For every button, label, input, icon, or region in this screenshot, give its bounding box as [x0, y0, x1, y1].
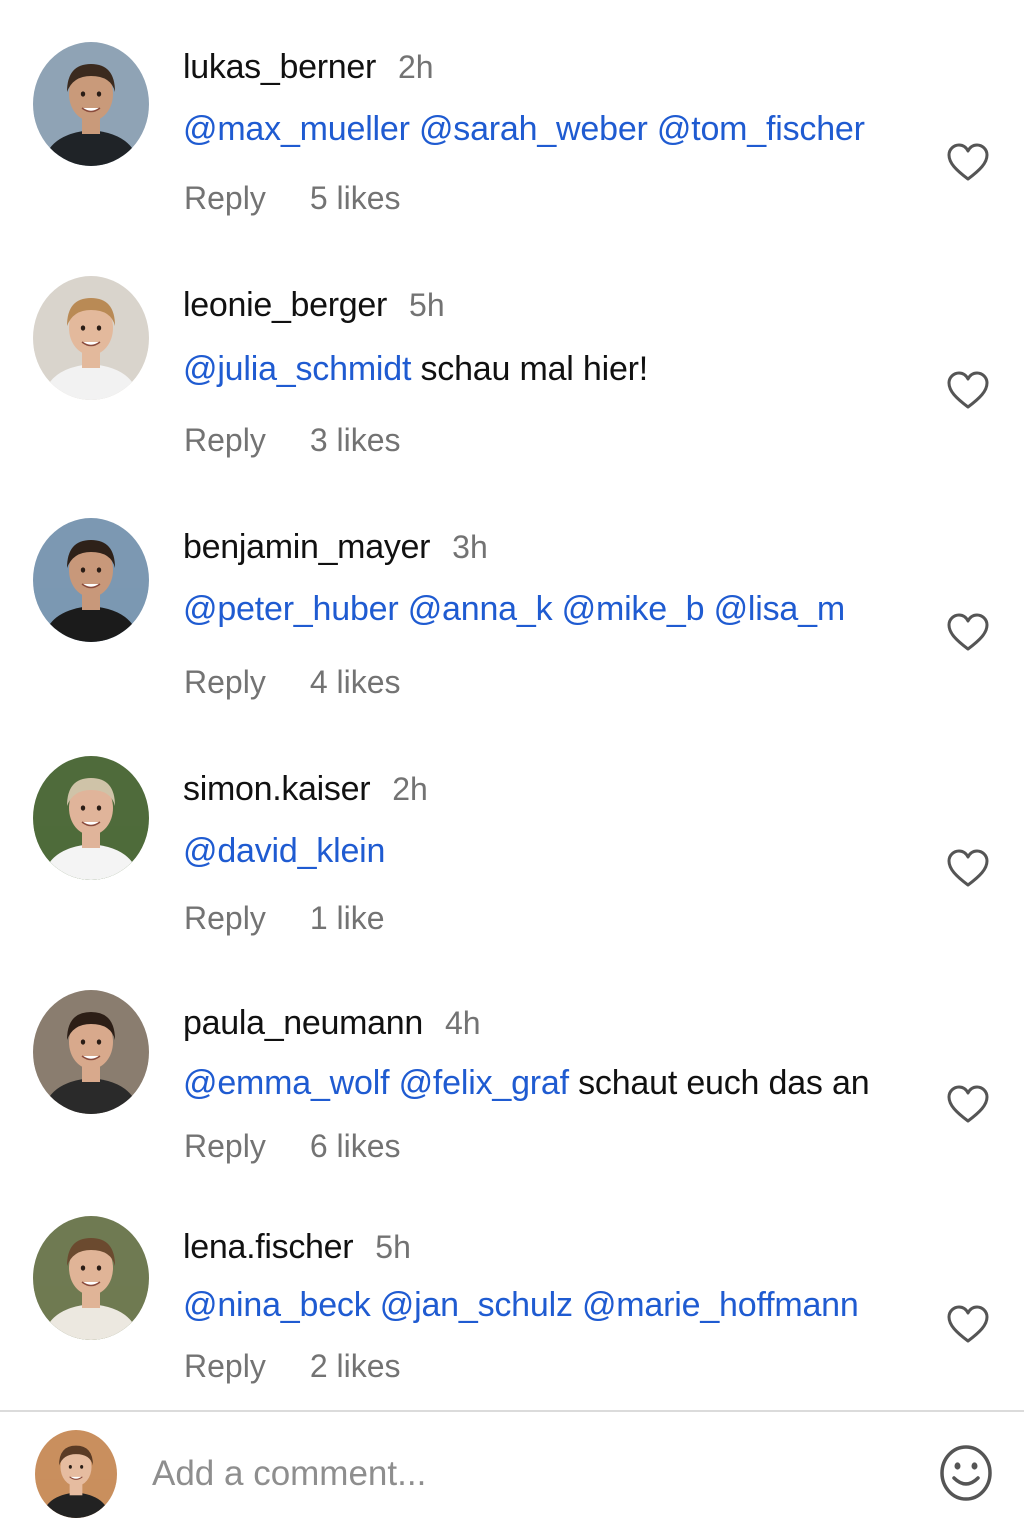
- comment-header: lena.fischer 5h: [183, 1228, 411, 1267]
- reply-button[interactable]: Reply: [184, 1128, 266, 1165]
- comment-item: simon.kaiser 2h @david_klein Reply 1 like: [0, 756, 1024, 956]
- comment-timestamp: 2h: [397, 49, 434, 85]
- mention-link[interactable]: @emma_wolf @felix_graf: [183, 1064, 569, 1102]
- mention-link[interactable]: @julia_schmidt: [183, 350, 411, 388]
- username-link[interactable]: lena.fischer: [183, 1228, 354, 1267]
- username-link[interactable]: leonie_berger: [183, 286, 387, 325]
- comment-timestamp: 2h: [392, 771, 428, 807]
- reply-button[interactable]: Reply: [184, 422, 266, 459]
- comment-header: simon.kaiser 2h: [183, 770, 428, 809]
- current-user-avatar: [35, 1430, 117, 1518]
- reply-button[interactable]: Reply: [184, 664, 266, 701]
- reply-button[interactable]: Reply: [184, 180, 266, 217]
- emoji-icon[interactable]: [939, 1444, 993, 1502]
- avatar[interactable]: [33, 518, 149, 642]
- username-link[interactable]: simon.kaiser: [183, 770, 371, 809]
- avatar[interactable]: [33, 276, 149, 400]
- likes-count[interactable]: 4 likes: [310, 664, 401, 701]
- likes-count[interactable]: 6 likes: [310, 1128, 401, 1165]
- comment-actions: Reply 3 likes: [184, 422, 401, 459]
- comment-item: lukas_berner 2h @max_mueller @sarah_weber …: [0, 42, 1024, 242]
- heart-icon[interactable]: [946, 1304, 990, 1344]
- comment-text-segment: schaut euch das an: [568, 1064, 870, 1102]
- comment-text: @david_klein: [183, 832, 385, 871]
- heart-icon[interactable]: [946, 848, 990, 888]
- heart-icon[interactable]: [946, 370, 990, 410]
- comment-actions: Reply 5 likes: [184, 180, 401, 217]
- mention-link[interactable]: @david_klein: [183, 832, 385, 870]
- reply-button[interactable]: Reply: [184, 900, 266, 937]
- likes-count[interactable]: 3 likes: [310, 422, 401, 459]
- comment-text: @julia_schmidt schau mal hier!: [183, 350, 648, 389]
- comment-header: lukas_berner 2h: [183, 48, 434, 87]
- comment-item: paula_neumann 4h @emma_wolf @felix_graf sc…: [0, 990, 1024, 1190]
- comment-item: benjamin_mayer 3h @peter_huber @anna_k @mi…: [0, 518, 1024, 718]
- username-link[interactable]: benjamin_mayer: [183, 528, 430, 567]
- likes-count[interactable]: 5 likes: [310, 180, 401, 217]
- comment-timestamp: 5h: [375, 1229, 411, 1265]
- add-comment-input[interactable]: [152, 1448, 892, 1500]
- comment-timestamp: 5h: [409, 287, 445, 323]
- comment-actions: Reply 4 likes: [184, 664, 401, 701]
- comment-actions: Reply 6 likes: [184, 1128, 401, 1165]
- comment-timestamp: 3h: [452, 529, 488, 565]
- comment-text: @nina_beck @jan_schulz @marie_hoffmann: [183, 1286, 859, 1325]
- comment-text: @max_mueller @sarah_weber @tom_fischer: [183, 110, 865, 149]
- comment-item: leonie_berger 5h @julia_schmidt schau mal …: [0, 276, 1024, 476]
- comment-text: @peter_huber @anna_k @mike_b @lisa_m: [183, 590, 845, 629]
- mention-link[interactable]: @max_mueller @sarah_weber @tom_fischer: [183, 110, 865, 148]
- username-link[interactable]: paula_neumann: [183, 1004, 423, 1043]
- heart-icon[interactable]: [946, 1084, 990, 1124]
- comment-composer: [0, 1412, 1024, 1536]
- heart-icon[interactable]: [946, 142, 990, 182]
- avatar[interactable]: [33, 756, 149, 880]
- avatar[interactable]: [33, 1216, 149, 1340]
- comment-text: @emma_wolf @felix_graf schaut euch das a…: [183, 1064, 870, 1103]
- username-link[interactable]: lukas_berner: [183, 48, 376, 87]
- comment-text-segment: schau mal hier!: [411, 350, 649, 388]
- comment-header: paula_neumann 4h: [183, 1004, 481, 1043]
- likes-count[interactable]: 1 like: [310, 900, 385, 937]
- avatar[interactable]: [33, 42, 149, 166]
- comment-actions: Reply 2 likes: [184, 1348, 401, 1385]
- comment-timestamp: 4h: [444, 1005, 481, 1041]
- comment-header: benjamin_mayer 3h: [183, 528, 488, 567]
- reply-button[interactable]: Reply: [184, 1348, 266, 1385]
- comment-header: leonie_berger 5h: [183, 286, 445, 325]
- mention-link[interactable]: @nina_beck @jan_schulz @marie_hoffmann: [183, 1286, 859, 1324]
- likes-count[interactable]: 2 likes: [310, 1348, 401, 1385]
- comment-actions: Reply 1 like: [184, 900, 385, 937]
- mention-link[interactable]: @peter_huber @anna_k @mike_b @lisa_m: [183, 590, 845, 628]
- avatar[interactable]: [33, 990, 149, 1114]
- heart-icon[interactable]: [946, 612, 990, 652]
- comment-item: lena.fischer 5h @nina_beck @jan_schulz @ma…: [0, 1216, 1024, 1416]
